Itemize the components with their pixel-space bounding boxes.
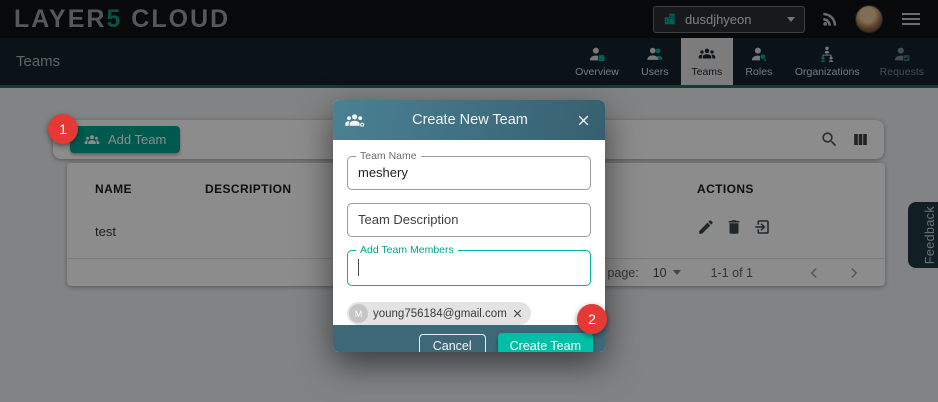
modal-title: Create New Team <box>366 112 574 128</box>
team-description-field[interactable]: Team Description <box>347 203 591 237</box>
create-team-modal: Create New Team Team Name meshery Team D… <box>333 100 605 352</box>
modal-body: Team Name meshery Team Description Add T… <box>333 140 605 325</box>
team-name-label: Team Name <box>356 150 421 162</box>
team-members-field[interactable]: Add Team Members <box>347 250 591 286</box>
member-chip[interactable]: M young756184@gmail.com <box>347 302 531 325</box>
cancel-button[interactable]: Cancel <box>419 334 486 352</box>
text-cursor <box>358 259 359 276</box>
create-team-button[interactable]: Create Team <box>498 333 593 352</box>
close-icon[interactable] <box>574 111 593 130</box>
team-name-field[interactable]: Team Name meshery <box>347 156 591 190</box>
chip-remove-icon[interactable] <box>512 308 523 319</box>
chip-email: young756184@gmail.com <box>373 308 507 320</box>
team-description-placeholder: Team Description <box>348 204 590 235</box>
modal-header: Create New Team <box>333 100 605 140</box>
chip-avatar: M <box>349 304 368 323</box>
annotation-step-1: 1 <box>48 114 78 144</box>
modal-footer: Cancel Create Team <box>333 325 605 352</box>
group-gear-icon <box>345 110 366 131</box>
annotation-step-2: 2 <box>577 304 607 334</box>
team-members-label: Add Team Members <box>356 244 458 256</box>
